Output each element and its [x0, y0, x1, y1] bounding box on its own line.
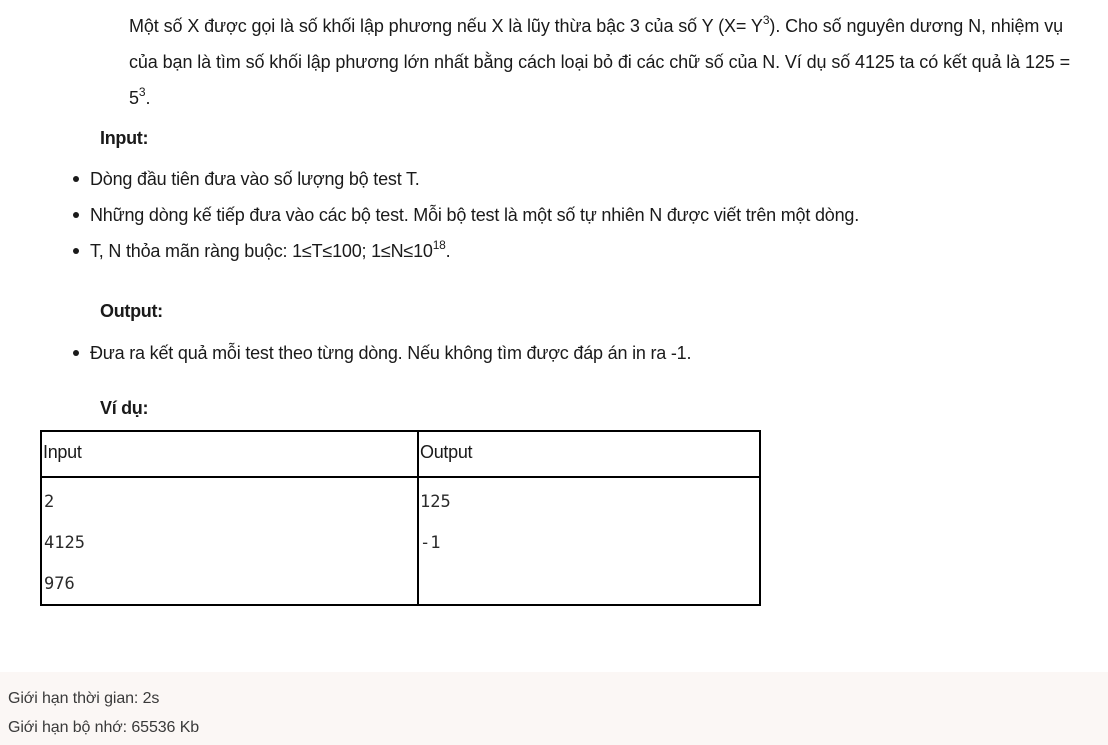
problem-content: Một số X được gọi là số khối lập phương …: [0, 0, 1108, 672]
table-cell: 125: [420, 492, 451, 512]
list-item: Những dòng kế tiếp đưa vào các bộ test. …: [70, 197, 859, 233]
bullet-icon: [73, 176, 79, 182]
statement-text: 5: [129, 88, 139, 108]
list-item-text: Dòng đầu tiên đưa vào số lượng bộ test T…: [90, 169, 420, 189]
list-item-text: T, N thỏa mãn ràng buộc: 1≤T≤100; 1≤N≤10: [90, 241, 433, 261]
statement-line-1: Một số X được gọi là số khối lập phương …: [129, 8, 1104, 44]
statement-text: .: [145, 88, 151, 108]
table-cell: 976: [44, 574, 75, 594]
list-item-text: Những dòng kế tiếp đưa vào các bộ test. …: [90, 205, 860, 225]
list-item: Đưa ra kết quả mỗi test theo từng dòng. …: [70, 335, 691, 371]
bullet-icon: [73, 212, 79, 218]
list-item-text: .: [445, 241, 451, 261]
statement-text: ). Cho số nguyên dương N, nhiệm vụ: [769, 16, 1064, 36]
statement-text: Một số X được gọi là số khối lập phương …: [129, 16, 763, 36]
statement-line-2: của bạn là tìm số khối lập phương lớn nh…: [129, 52, 1071, 72]
table-cell: -1: [420, 533, 441, 553]
input-heading: Input:: [100, 128, 149, 148]
table-cell: 4125: [44, 533, 85, 553]
table-header: [42, 432, 759, 478]
superscript: 3: [762, 13, 770, 27]
superscript: 3: [138, 85, 146, 99]
bullet-icon: [73, 248, 79, 254]
example-heading: Ví dụ:: [100, 398, 149, 418]
column-divider: [417, 432, 419, 604]
list-item: T, N thỏa mãn ràng buộc: 1≤T≤100; 1≤N≤10…: [70, 233, 859, 269]
example-table: Input Output 2 4125 976 125 -1: [40, 430, 761, 606]
column-header-input: Input: [43, 442, 82, 462]
list-item-text: Đưa ra kết quả mỗi test theo từng dòng. …: [90, 343, 692, 363]
superscript: 18: [432, 238, 446, 252]
bullet-icon: [73, 350, 79, 356]
time-limit: Giới hạn thời gian: 2s: [8, 690, 160, 707]
problem-statement: Một số X được gọi là số khối lập phương …: [129, 8, 1104, 116]
memory-limit: Giới hạn bộ nhớ: 65536 Kb: [8, 719, 200, 736]
statement-line-3: 53.: [129, 80, 1104, 116]
limits-footer: Giới hạn thời gian: 2s Giới hạn bộ nhớ: …: [0, 672, 1108, 745]
output-heading: Output:: [100, 301, 163, 321]
list-item: Dòng đầu tiên đưa vào số lượng bộ test T…: [70, 161, 859, 197]
input-list: Dòng đầu tiên đưa vào số lượng bộ test T…: [70, 161, 859, 269]
table-cell: 2: [44, 492, 55, 512]
output-list: Đưa ra kết quả mỗi test theo từng dòng. …: [70, 335, 691, 371]
column-header-output: Output: [420, 442, 473, 462]
